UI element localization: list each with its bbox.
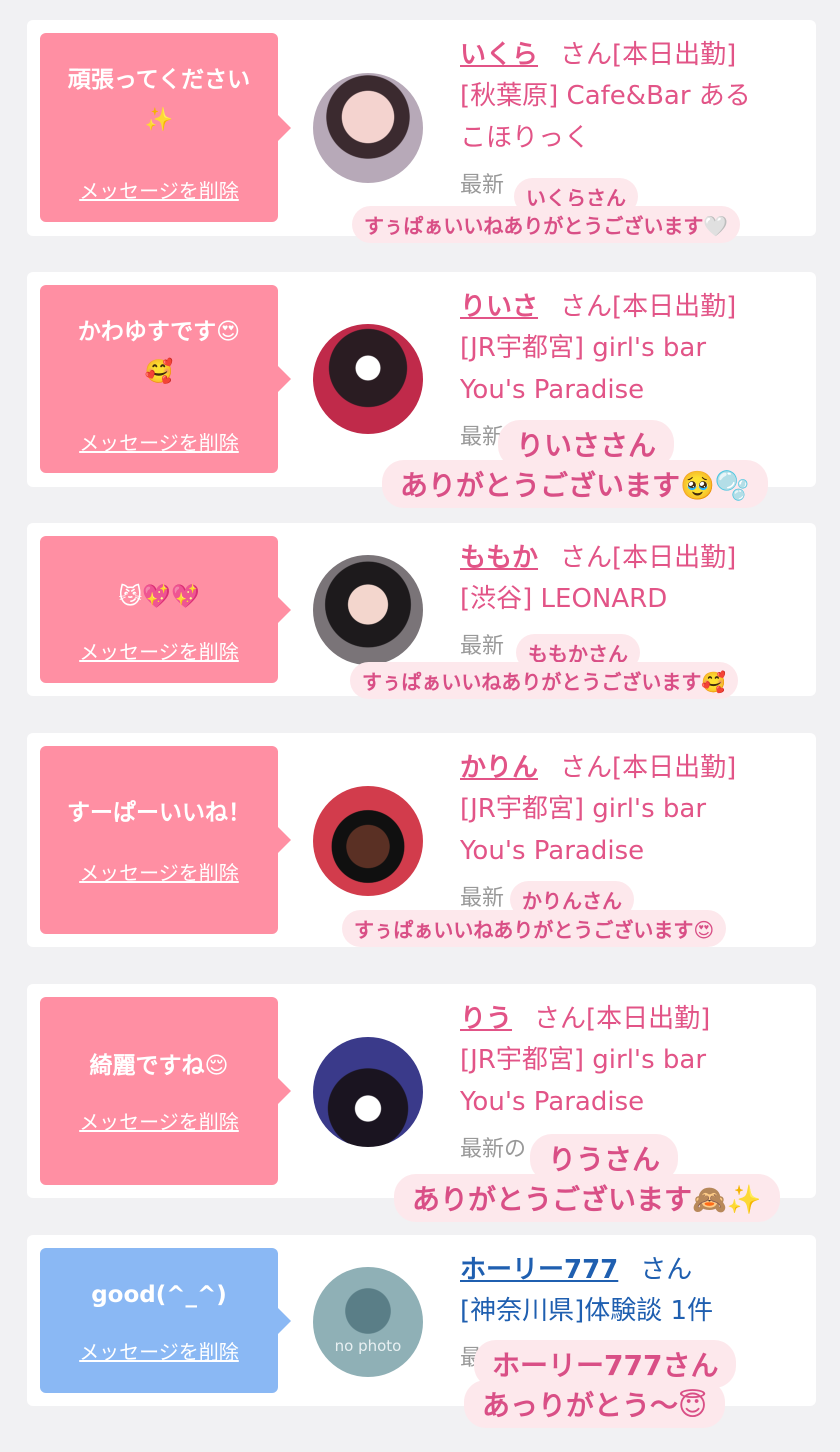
message-text: 頑張ってください (67, 67, 251, 93)
shop-line-2: You's Paradise (460, 836, 645, 866)
on-duty-label: [本日出勤] (612, 753, 737, 783)
on-duty-label: [本日出勤] (612, 543, 737, 573)
shop-info: [秋葉原] Cafe&Bar ある こほりっく (460, 75, 810, 159)
message-bubble: 😼💖💖 メッセージを削除 (40, 536, 291, 683)
san-label: さん[本日出勤] (534, 1004, 711, 1034)
shop-line-1: [JR宇都宮] girl's bar (460, 1045, 707, 1075)
avatar[interactable] (313, 555, 423, 665)
shop-line-1: [渋谷] LEONARD (460, 584, 668, 614)
delete-message-link[interactable]: メッセージを削除 (40, 636, 278, 665)
reply-overlay-body: すぅぱぁいいねありがとうございます🥰 (350, 662, 739, 699)
message-emoji: 🥰 (144, 359, 174, 385)
shop-line-2: こほりっく (460, 123, 591, 153)
shop-line-1: [JR宇都宮] girl's bar (460, 333, 707, 363)
user-name-link[interactable]: りう (460, 1004, 512, 1034)
message-text: 😼💖💖 (118, 584, 200, 610)
message-text: good(^_^) (91, 1282, 227, 1308)
user-card: 頑張ってください ✨ メッセージを削除 いくら さん[本日出勤] [秋葉原] Ca… (27, 20, 816, 236)
user-name-link[interactable]: かりん (460, 753, 538, 783)
san-label: さん[本日出勤] (560, 292, 737, 322)
delete-message-link[interactable]: メッセージを削除 (40, 175, 278, 204)
san-label: さん[本日出勤] (560, 40, 737, 70)
shop-info: [JR宇都宮] girl's bar You's Paradise (460, 1039, 810, 1123)
shop-info: [渋谷] LEONARD (460, 578, 810, 620)
message-text: 綺麗ですね😌 (89, 1053, 229, 1079)
user-card: 綺麗ですね😌 メッセージを削除 りう さん[本日出勤] [JR宇都宮] girl'… (27, 984, 816, 1198)
delete-message-link[interactable]: メッセージを削除 (40, 427, 278, 456)
avatar[interactable] (313, 73, 423, 183)
shop-line-1: [JR宇都宮] girl's bar (460, 794, 707, 824)
shop-line-2: You's Paradise (460, 1087, 645, 1117)
user-card: かわゆすです😍 🥰 メッセージを削除 りいさ さん[本日出勤] [JR宇都宮] g… (27, 272, 816, 487)
shop-info: [JR宇都宮] girl's bar You's Paradise (460, 788, 810, 872)
shop-line-2: You's Paradise (460, 375, 645, 405)
message-bubble: かわゆすです😍 🥰 メッセージを削除 (40, 285, 291, 473)
reply-overlay-body: あっりがとう〜😇 (464, 1380, 726, 1428)
on-duty-label: [本日出勤] (612, 292, 737, 322)
on-duty-label: [本日出勤] (586, 1004, 711, 1034)
shop-line-1: [秋葉原] Cafe&Bar ある (460, 81, 751, 111)
user-name-link[interactable]: ホーリー777 (460, 1255, 618, 1285)
reply-overlay-body: すぅぱぁいいねありがとうございます😍 (342, 910, 727, 947)
shop-info: [神奈川県]体験談 1件 (460, 1296, 714, 1326)
delete-message-link[interactable]: メッセージを削除 (40, 1106, 278, 1135)
avatar[interactable] (313, 324, 423, 434)
san-label: さん[本日出勤] (560, 753, 737, 783)
avatar[interactable] (313, 1037, 423, 1147)
san-label: さん[本日出勤] (560, 543, 737, 573)
message-bubble: 綺麗ですね😌 メッセージを削除 (40, 997, 291, 1185)
delete-message-link[interactable]: メッセージを削除 (40, 1336, 278, 1365)
user-name-link[interactable]: ももか (460, 543, 538, 573)
no-photo-label: no photo (334, 1337, 402, 1355)
message-text: かわゆすです😍 (77, 319, 241, 345)
on-duty-label: [本日出勤] (612, 40, 737, 70)
message-emoji: ✨ (144, 107, 174, 133)
avatar[interactable] (313, 786, 423, 896)
user-name-link[interactable]: りいさ (460, 292, 538, 322)
shop-info: [JR宇都宮] girl's bar You's Paradise (460, 327, 810, 411)
message-text: すーぱーいいね！ (67, 800, 251, 826)
delete-message-link[interactable]: メッセージを削除 (40, 857, 278, 886)
reply-overlay-body: すぅぱぁいいねありがとうございます🤍 (352, 206, 741, 243)
san-label: さん (640, 1255, 693, 1285)
message-bubble: good(^_^) メッセージを削除 (40, 1248, 291, 1393)
user-name-link[interactable]: いくら (460, 40, 538, 70)
message-bubble: すーぱーいいね！ メッセージを削除 (40, 746, 291, 934)
avatar[interactable]: no photo (313, 1267, 423, 1377)
reply-overlay-body: ありがとうございます🥹🫧 (382, 460, 768, 508)
message-bubble: 頑張ってください ✨ メッセージを削除 (40, 33, 291, 222)
reply-overlay-body: ありがとうございます🙈✨ (394, 1174, 780, 1222)
